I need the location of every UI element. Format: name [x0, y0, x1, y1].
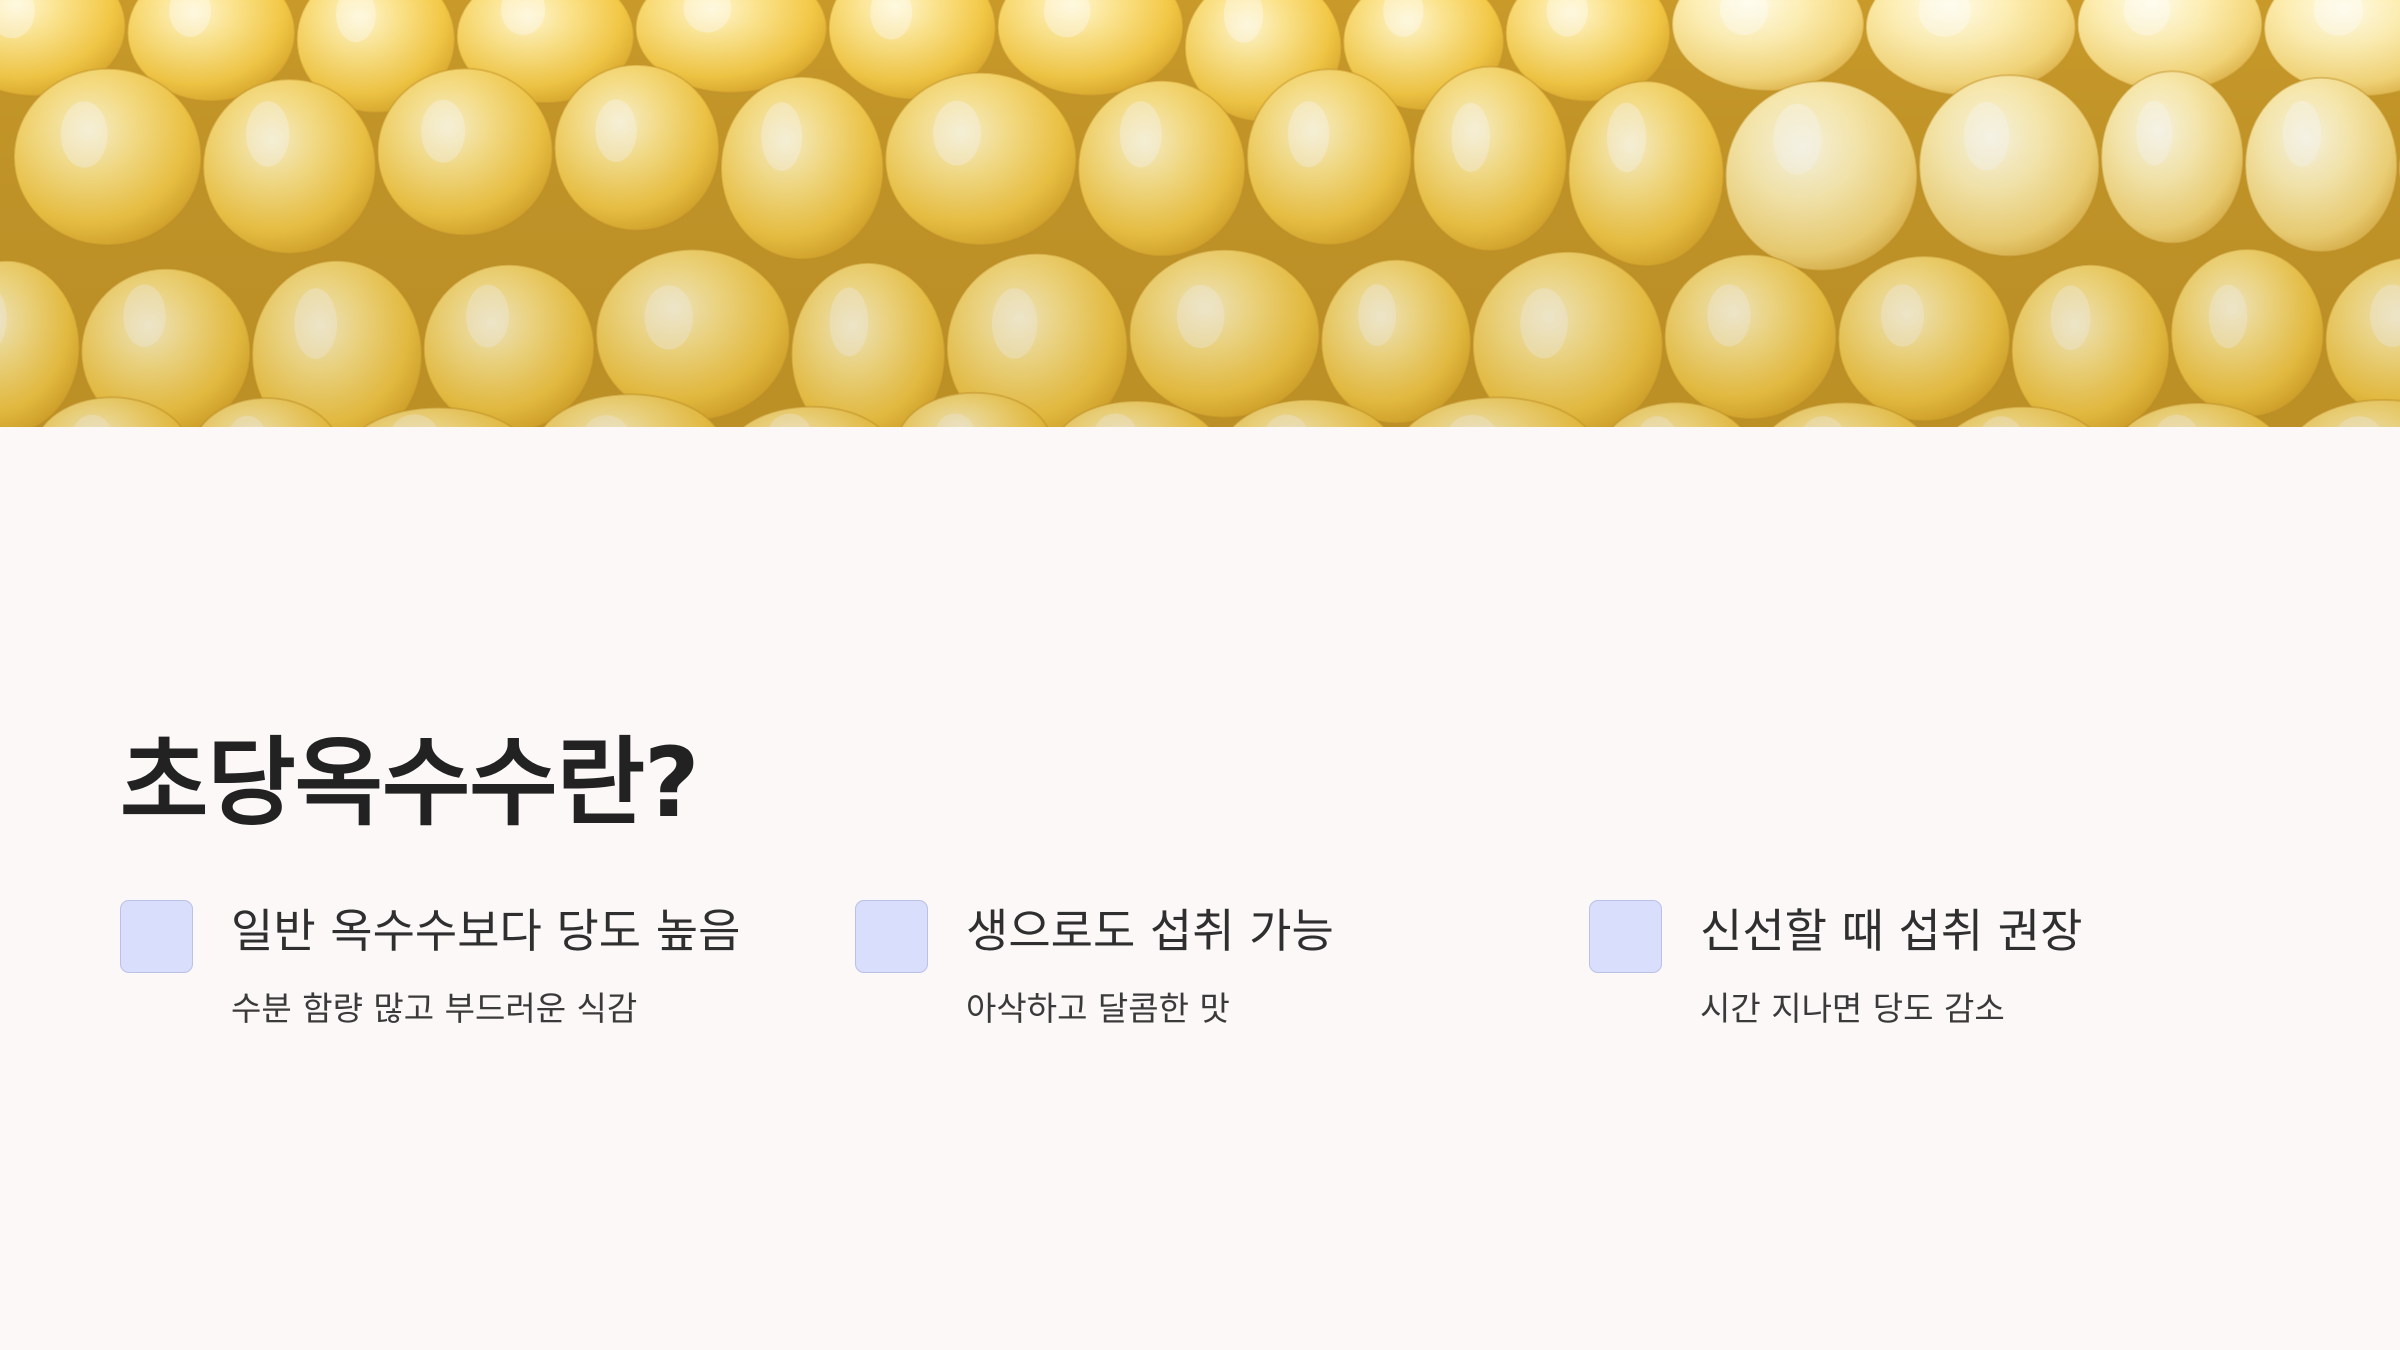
feature-description: 아삭하고 달콤한 맛 [966, 989, 1230, 1028]
feature-title: 신선할 때 섭취 권장 [1700, 904, 2083, 958]
feature-square-icon [1589, 900, 1662, 973]
feature-description: 수분 함량 많고 부드러운 식감 [231, 989, 638, 1028]
feature-card-freshness: 신선할 때 섭취 권장 시간 지나면 당도 감소 [1589, 900, 2269, 1060]
feature-title: 일반 옥수수보다 당도 높음 [231, 904, 741, 958]
feature-square-icon [120, 900, 193, 973]
feature-title: 생으로도 섭취 가능 [966, 904, 1334, 958]
feature-square-icon [855, 900, 928, 973]
feature-card-sweetness: 일반 옥수수보다 당도 높음 수분 함량 많고 부드러운 식감 [120, 900, 800, 1060]
hero-corn-image [0, 0, 2400, 427]
feature-description: 시간 지나면 당도 감소 [1700, 989, 2005, 1028]
page-title: 초당옥수수란? [120, 727, 700, 839]
feature-card-raw-eating: 생으로도 섭취 가능 아삭하고 달콤한 맛 [855, 900, 1535, 1060]
content-section: 초당옥수수란? 일반 옥수수보다 당도 높음 수분 함량 많고 부드러운 식감 … [0, 427, 2400, 1350]
